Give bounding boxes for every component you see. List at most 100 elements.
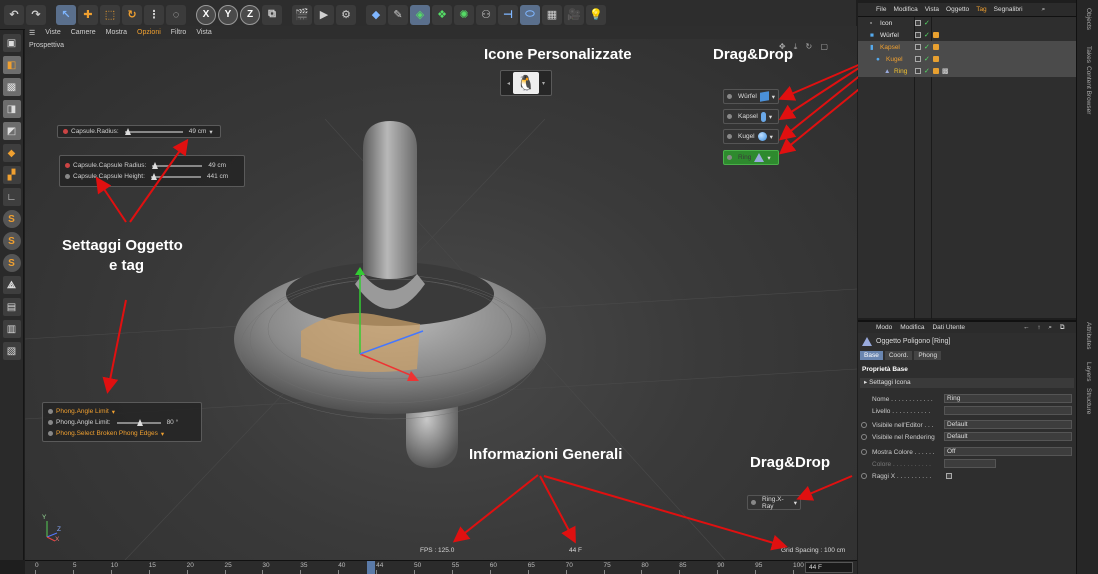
menu-oggetto[interactable]: Oggetto: [946, 6, 969, 13]
points-mode-icon[interactable]: ◨: [2, 100, 21, 118]
side-tab-layers[interactable]: Layers: [1085, 362, 1092, 382]
grid-icon[interactable]: ▦: [542, 4, 562, 25]
coordinate-system-icon[interactable]: ⧉: [262, 4, 282, 25]
drag-item-wurfel[interactable]: Würfel ▾: [723, 89, 779, 104]
axis-mode-icon[interactable]: ∟: [2, 188, 21, 206]
side-tab-attributes[interactable]: Attributes: [1085, 322, 1092, 349]
chevron-down-icon[interactable]: ▾: [209, 128, 212, 136]
drag-item-ring-xray[interactable]: Ring.X-Ray ▾: [747, 495, 801, 510]
menu-modifica-at[interactable]: Modifica: [900, 324, 924, 331]
attr-field-visibile-editor[interactable]: Default: [944, 420, 1072, 429]
chevron-down-icon[interactable]: ▾: [112, 408, 115, 416]
render-view-icon[interactable]: 🎬: [292, 4, 312, 25]
object-row-wurfel[interactable]: ■ Würfel ✓: [858, 29, 1076, 41]
magnet-icon[interactable]: ⟁: [2, 276, 21, 294]
attr-field-nome[interactable]: Ring: [944, 394, 1072, 403]
menu-mostra[interactable]: Mostra: [106, 29, 127, 36]
move-icon[interactable]: ✚: [78, 4, 98, 25]
recent-tools-icon[interactable]: ⋮: [144, 4, 164, 25]
visibility-toggle[interactable]: [915, 56, 921, 62]
select-icon[interactable]: ↖: [56, 4, 76, 25]
tag-icon[interactable]: [932, 68, 939, 74]
axis-y-button[interactable]: Y: [218, 4, 238, 25]
menu-tag[interactable]: Tag: [976, 6, 986, 13]
attr-field-colore[interactable]: [944, 459, 996, 468]
check-icon[interactable]: ✓: [924, 67, 930, 75]
cube-icon[interactable]: ◆: [366, 4, 386, 25]
light-icon[interactable]: 💡: [586, 4, 606, 25]
menu-opzioni[interactable]: Opzioni: [137, 29, 161, 36]
attributes-subsection[interactable]: ▸ Settaggi Icona: [860, 378, 1074, 388]
attr-field-mostra-colore[interactable]: Off: [944, 447, 1072, 456]
hud-phong-angle-value[interactable]: 80 °: [167, 419, 179, 426]
texture-mode-icon[interactable]: ▩: [2, 78, 21, 96]
menu-viste[interactable]: Viste: [45, 29, 60, 36]
object-row-icon[interactable]: ▫ Icon ✓: [858, 17, 1076, 29]
tag-icon[interactable]: [932, 44, 939, 50]
check-icon[interactable]: ✓: [924, 43, 930, 51]
edges-mode-icon[interactable]: ◩: [2, 122, 21, 140]
quantize-icon[interactable]: S: [2, 254, 21, 272]
drag-item-ring[interactable]: Ring ▾: [723, 150, 779, 165]
menu-segnalibri[interactable]: Segnalibri: [994, 6, 1023, 13]
hud-capsule-height-slider[interactable]: [150, 172, 201, 180]
tab-base[interactable]: Base: [860, 351, 883, 360]
hud-capsule-capsule-radius-value[interactable]: 49 cm: [208, 162, 226, 169]
scale-icon[interactable]: ⬚: [100, 4, 120, 25]
live-select-icon[interactable]: ◌: [166, 4, 186, 25]
visibility-toggle[interactable]: [915, 68, 921, 74]
tag-icon[interactable]: [932, 32, 939, 38]
polygons-mode-icon[interactable]: ◆: [2, 144, 21, 162]
hud-capsule-radius[interactable]: Capsule.Radius: 49 cm ▾: [57, 125, 221, 138]
object-row-kapsel[interactable]: ▮ Kapsel ✓: [858, 41, 1076, 53]
hud-phong-group[interactable]: Phong.Angle Limit ▾ Phong.Angle Limit: 8…: [42, 402, 202, 442]
attr-checkbox-raggi-x[interactable]: [946, 473, 952, 479]
menu-vista-om[interactable]: Vista: [925, 6, 939, 13]
attr-field-visibile-rendering[interactable]: Default: [944, 432, 1072, 441]
subdivision-icon[interactable]: ◈: [410, 4, 430, 25]
menu-file[interactable]: File: [876, 6, 886, 13]
check-icon[interactable]: ✓: [924, 31, 930, 39]
attr-field-livello[interactable]: [944, 406, 1072, 415]
rotate-icon[interactable]: ↻: [122, 4, 142, 25]
side-tab-objects[interactable]: Objects: [1085, 8, 1092, 30]
menu-modo[interactable]: Modo: [876, 324, 892, 331]
menu-camere[interactable]: Camere: [71, 29, 96, 36]
timeline[interactable]: 0 5 10 15 20 25 30 35 40 44 50 55 60 65 70 75 80 85 90 95 10…: [25, 560, 857, 574]
checker-tag-icon[interactable]: ▩: [942, 67, 949, 75]
tab-phong[interactable]: Phong: [914, 351, 942, 360]
tag-icon[interactable]: [932, 56, 939, 62]
axis-z-button[interactable]: Z: [240, 4, 260, 25]
model-mode-icon[interactable]: ◧: [2, 56, 21, 74]
visibility-toggle[interactable]: [915, 20, 921, 26]
workplane-icon[interactable]: ▤: [2, 298, 21, 316]
hud-capsule-group[interactable]: Capsule.Capsule Radius: 49 cm Capsule.Ca…: [59, 155, 245, 187]
snap-icon[interactable]: S: [2, 210, 21, 228]
side-tab-structure[interactable]: Structure: [1085, 388, 1092, 414]
visibility-toggle[interactable]: [915, 32, 921, 38]
hud-capsule-capsule-radius-slider[interactable]: [152, 161, 203, 169]
object-row-ring[interactable]: ▲ Ring ✓ ▩: [858, 65, 1076, 77]
menu-vista[interactable]: Vista: [196, 29, 211, 36]
snap-settings-icon[interactable]: S: [2, 232, 21, 250]
render-settings-icon[interactable]: ⚙: [336, 4, 356, 25]
radio-icon[interactable]: [861, 434, 867, 440]
hud-capsule-radius-value[interactable]: 49 cm: [189, 128, 207, 135]
menu-dati-utente[interactable]: Dati Utente: [932, 324, 965, 331]
visibility-toggle[interactable]: [915, 44, 921, 50]
timeline-playhead[interactable]: [367, 561, 375, 574]
hud-phong-limit[interactable]: Phong.Angle Limit: [56, 408, 109, 415]
radio-icon[interactable]: [861, 422, 867, 428]
custom-icon-widget[interactable]: ◂ 🐧 ▾: [500, 70, 552, 96]
floor-icon[interactable]: ⬭: [520, 4, 540, 25]
drag-item-kugel[interactable]: Kugel ▾: [723, 129, 779, 144]
viewport-menu-handle[interactable]: ☰: [29, 29, 35, 37]
side-tab-content-browser[interactable]: Content Browser: [1085, 66, 1092, 114]
pen-icon[interactable]: ✎: [388, 4, 408, 25]
search-icon[interactable]: ⌕: [1042, 6, 1046, 14]
bend-icon[interactable]: ⊣: [498, 4, 518, 25]
side-tab-takes[interactable]: Takes: [1085, 46, 1092, 63]
cloner-icon[interactable]: ✺: [454, 4, 474, 25]
array-icon[interactable]: ❖: [432, 4, 452, 25]
chevron-down-icon[interactable]: ▾: [161, 430, 164, 438]
